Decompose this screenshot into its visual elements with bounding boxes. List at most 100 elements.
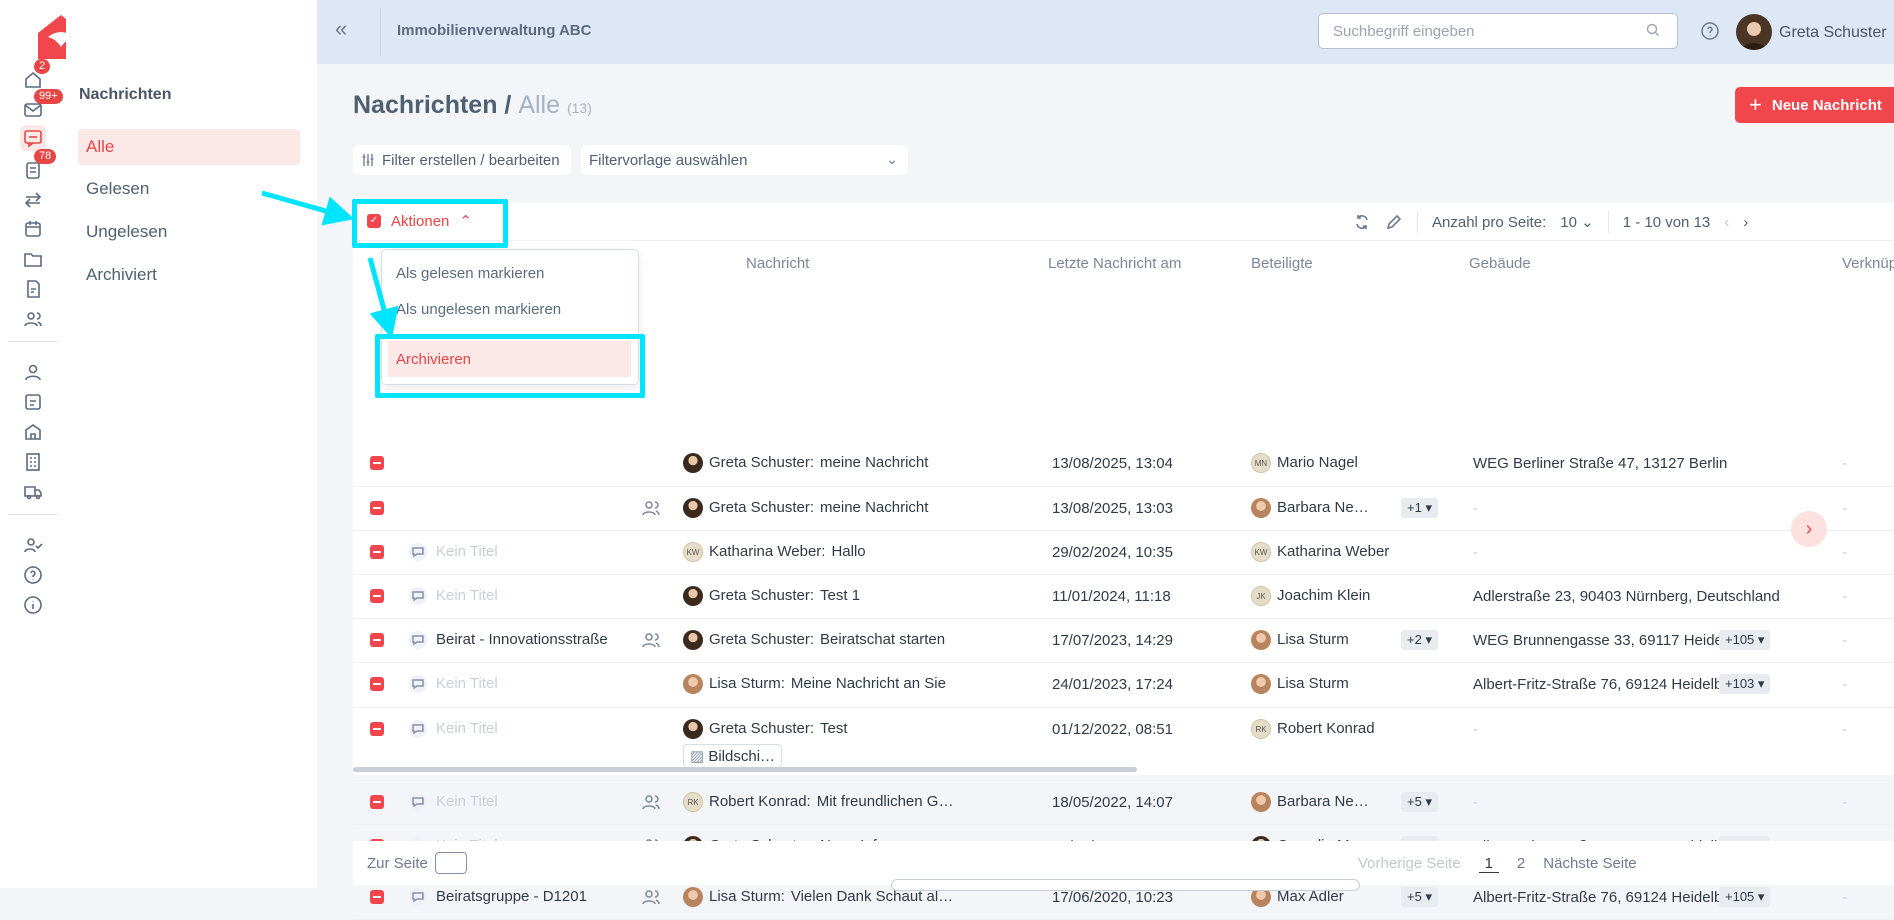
- edit-filter-label: Filter erstellen / bearbeiten: [382, 151, 560, 169]
- horizontal-scrollbar[interactable]: [353, 767, 1137, 772]
- more-participants-button[interactable]: +2 ▾: [1401, 630, 1438, 650]
- next-page-button[interactable]: Nächste Seite: [1543, 855, 1636, 873]
- column-building[interactable]: Gebäude: [1469, 255, 1531, 272]
- building-address: Albert-Fritz-Straße 76, 69124 Heidelbe…: [1473, 676, 1746, 693]
- building-icon[interactable]: [20, 449, 46, 475]
- person-icon[interactable]: [20, 359, 46, 385]
- help-icon[interactable]: [20, 562, 46, 588]
- goto-page-label: Zur Seite: [367, 855, 428, 872]
- table-row[interactable]: Kein Titel Greta Schuster: Test 1 11/01/202…: [353, 575, 1894, 619]
- participants-cell: JK Joachim Klein: [1251, 586, 1370, 606]
- table-row[interactable]: Kein Titel KW Katharina Weber: Hallo 29/02/2…: [353, 531, 1894, 575]
- previous-page-button[interactable]: Vorherige Seite: [1358, 855, 1461, 873]
- participant-name: Mario Nagel: [1277, 453, 1358, 471]
- row-checkbox[interactable]: [370, 795, 384, 809]
- mail-badge: 99+: [34, 89, 63, 104]
- message-text: Hallo: [831, 542, 866, 560]
- row-checkbox[interactable]: [370, 545, 384, 559]
- chat-bubble-icon: [409, 675, 427, 693]
- sender-name: Greta Schuster:: [709, 498, 815, 516]
- more-buildings-button[interactable]: +105 ▾: [1719, 887, 1771, 907]
- search-input[interactable]: [1318, 13, 1678, 49]
- row-checkbox[interactable]: [370, 677, 384, 691]
- messages-icon[interactable]: [20, 125, 46, 151]
- info-icon[interactable]: [20, 592, 46, 618]
- folder-icon[interactable]: [20, 246, 46, 272]
- last-message-date: 13/08/2025, 13:04: [1052, 455, 1173, 472]
- links-cell: -: [1842, 588, 1847, 605]
- user-name[interactable]: Greta Schuster ⌄: [1779, 22, 1894, 42]
- links-cell: -: [1842, 632, 1847, 649]
- message-preview: RK Robert Konrad: Mit freundlichen G…: [683, 792, 953, 812]
- avatar: KW: [683, 542, 703, 562]
- more-participants-button[interactable]: +5 ▾: [1401, 792, 1438, 812]
- page-title-main: Nachrichten /: [353, 91, 512, 119]
- scroll-right-button[interactable]: ›: [1791, 511, 1827, 547]
- mail-icon[interactable]: 99+: [20, 89, 63, 123]
- row-title: Kein Titel: [436, 587, 498, 604]
- column-participants[interactable]: Beteiligte: [1251, 255, 1313, 272]
- mark-unread-item[interactable]: Als ungelesen markieren: [396, 301, 561, 318]
- links-cell: -: [1842, 794, 1847, 811]
- transfer-icon[interactable]: [20, 187, 46, 213]
- table-row[interactable]: Kein Titel RK Robert Konrad: Mit freundlich…: [353, 781, 1894, 825]
- edit-filter-button[interactable]: Filter erstellen / bearbeiten: [353, 145, 571, 175]
- building-address: WEG Brunnengasse 33, 69117 Heidelb…: [1473, 632, 1750, 649]
- participant-name: Katharina Weber: [1277, 542, 1390, 560]
- help-circle-icon[interactable]: [1700, 21, 1720, 41]
- attachment-chip[interactable]: ▨ Bildschi…: [683, 744, 783, 768]
- bottom-panel-handle[interactable]: [891, 879, 1360, 891]
- row-checkbox[interactable]: [370, 890, 384, 904]
- table-row[interactable]: Greta Schuster: meine Nachricht 13/08/2025…: [353, 442, 1894, 487]
- goto-page-input[interactable]: [435, 852, 467, 874]
- table-row[interactable]: Greta Schuster: meine Nachricht 13/08/2025…: [353, 487, 1894, 531]
- row-checkbox[interactable]: [370, 722, 384, 736]
- mark-read-item[interactable]: Als gelesen markieren: [396, 265, 544, 282]
- tasks-icon[interactable]: 78: [20, 149, 57, 183]
- column-message[interactable]: Nachricht: [746, 255, 809, 272]
- contract-icon[interactable]: [20, 389, 46, 415]
- edit-pencil-icon[interactable]: [1385, 213, 1403, 231]
- property-icon[interactable]: [20, 419, 46, 445]
- user-check-icon[interactable]: [20, 532, 46, 558]
- plus-icon: +: [1749, 92, 1762, 117]
- user-avatar[interactable]: [1736, 14, 1772, 50]
- row-title: Kein Titel: [436, 720, 498, 737]
- row-checkbox[interactable]: [370, 633, 384, 647]
- collapse-sidebar-icon[interactable]: «: [335, 18, 357, 42]
- row-checkbox[interactable]: [370, 501, 384, 515]
- page-2-button[interactable]: 2: [1517, 855, 1525, 873]
- truck-icon[interactable]: [20, 479, 46, 505]
- message-preview: Greta Schuster: Test: [683, 719, 848, 739]
- messages-subnav: Nachrichten Alle Gelesen Ungelesen Archi…: [66, 0, 317, 888]
- calendar-icon[interactable]: [20, 216, 46, 242]
- subnav-item-alle[interactable]: Alle: [78, 129, 300, 165]
- more-buildings-button[interactable]: +103 ▾: [1719, 674, 1771, 694]
- avatar: [683, 498, 703, 518]
- refresh-icon[interactable]: [1353, 213, 1371, 231]
- table-row[interactable]: Kein Titel Lisa Sturm: Meine Nachricht an …: [353, 663, 1894, 708]
- table-row[interactable]: Beirat - Innovationsstraße Greta Schuster…: [353, 619, 1894, 663]
- column-last-message[interactable]: Letzte Nachricht am: [1048, 255, 1181, 272]
- subnav-item-ungelesen[interactable]: Ungelesen: [78, 214, 300, 250]
- subnav-item-archiviert[interactable]: Archiviert: [78, 257, 300, 293]
- filter-template-select[interactable]: Filtervorlage auswählen ⌄: [581, 145, 908, 175]
- new-message-button[interactable]: + Neue Nachricht: [1735, 87, 1894, 123]
- avatar: [683, 719, 703, 739]
- document-edit-icon[interactable]: [20, 276, 46, 302]
- subnav-item-gelesen[interactable]: Gelesen: [78, 171, 300, 207]
- page-1-button[interactable]: 1: [1478, 855, 1499, 873]
- row-checkbox[interactable]: [370, 589, 384, 603]
- more-participants-button[interactable]: +1 ▾: [1401, 498, 1438, 518]
- more-participants-button[interactable]: +5 ▾: [1401, 887, 1438, 907]
- users-icon[interactable]: [20, 306, 46, 332]
- column-links[interactable]: Verknüp: [1842, 255, 1894, 272]
- message-text: Mit freundlichen G…: [816, 792, 954, 810]
- next-page-icon[interactable]: ›: [1743, 214, 1748, 231]
- row-checkbox[interactable]: [370, 456, 384, 470]
- home-badge: 2: [34, 59, 51, 74]
- prev-page-icon[interactable]: ‹: [1724, 214, 1729, 231]
- message-preview: Greta Schuster: meine Nachricht: [683, 498, 928, 518]
- per-page-select[interactable]: 10 ⌄: [1560, 213, 1593, 231]
- more-buildings-button[interactable]: +105 ▾: [1719, 630, 1771, 650]
